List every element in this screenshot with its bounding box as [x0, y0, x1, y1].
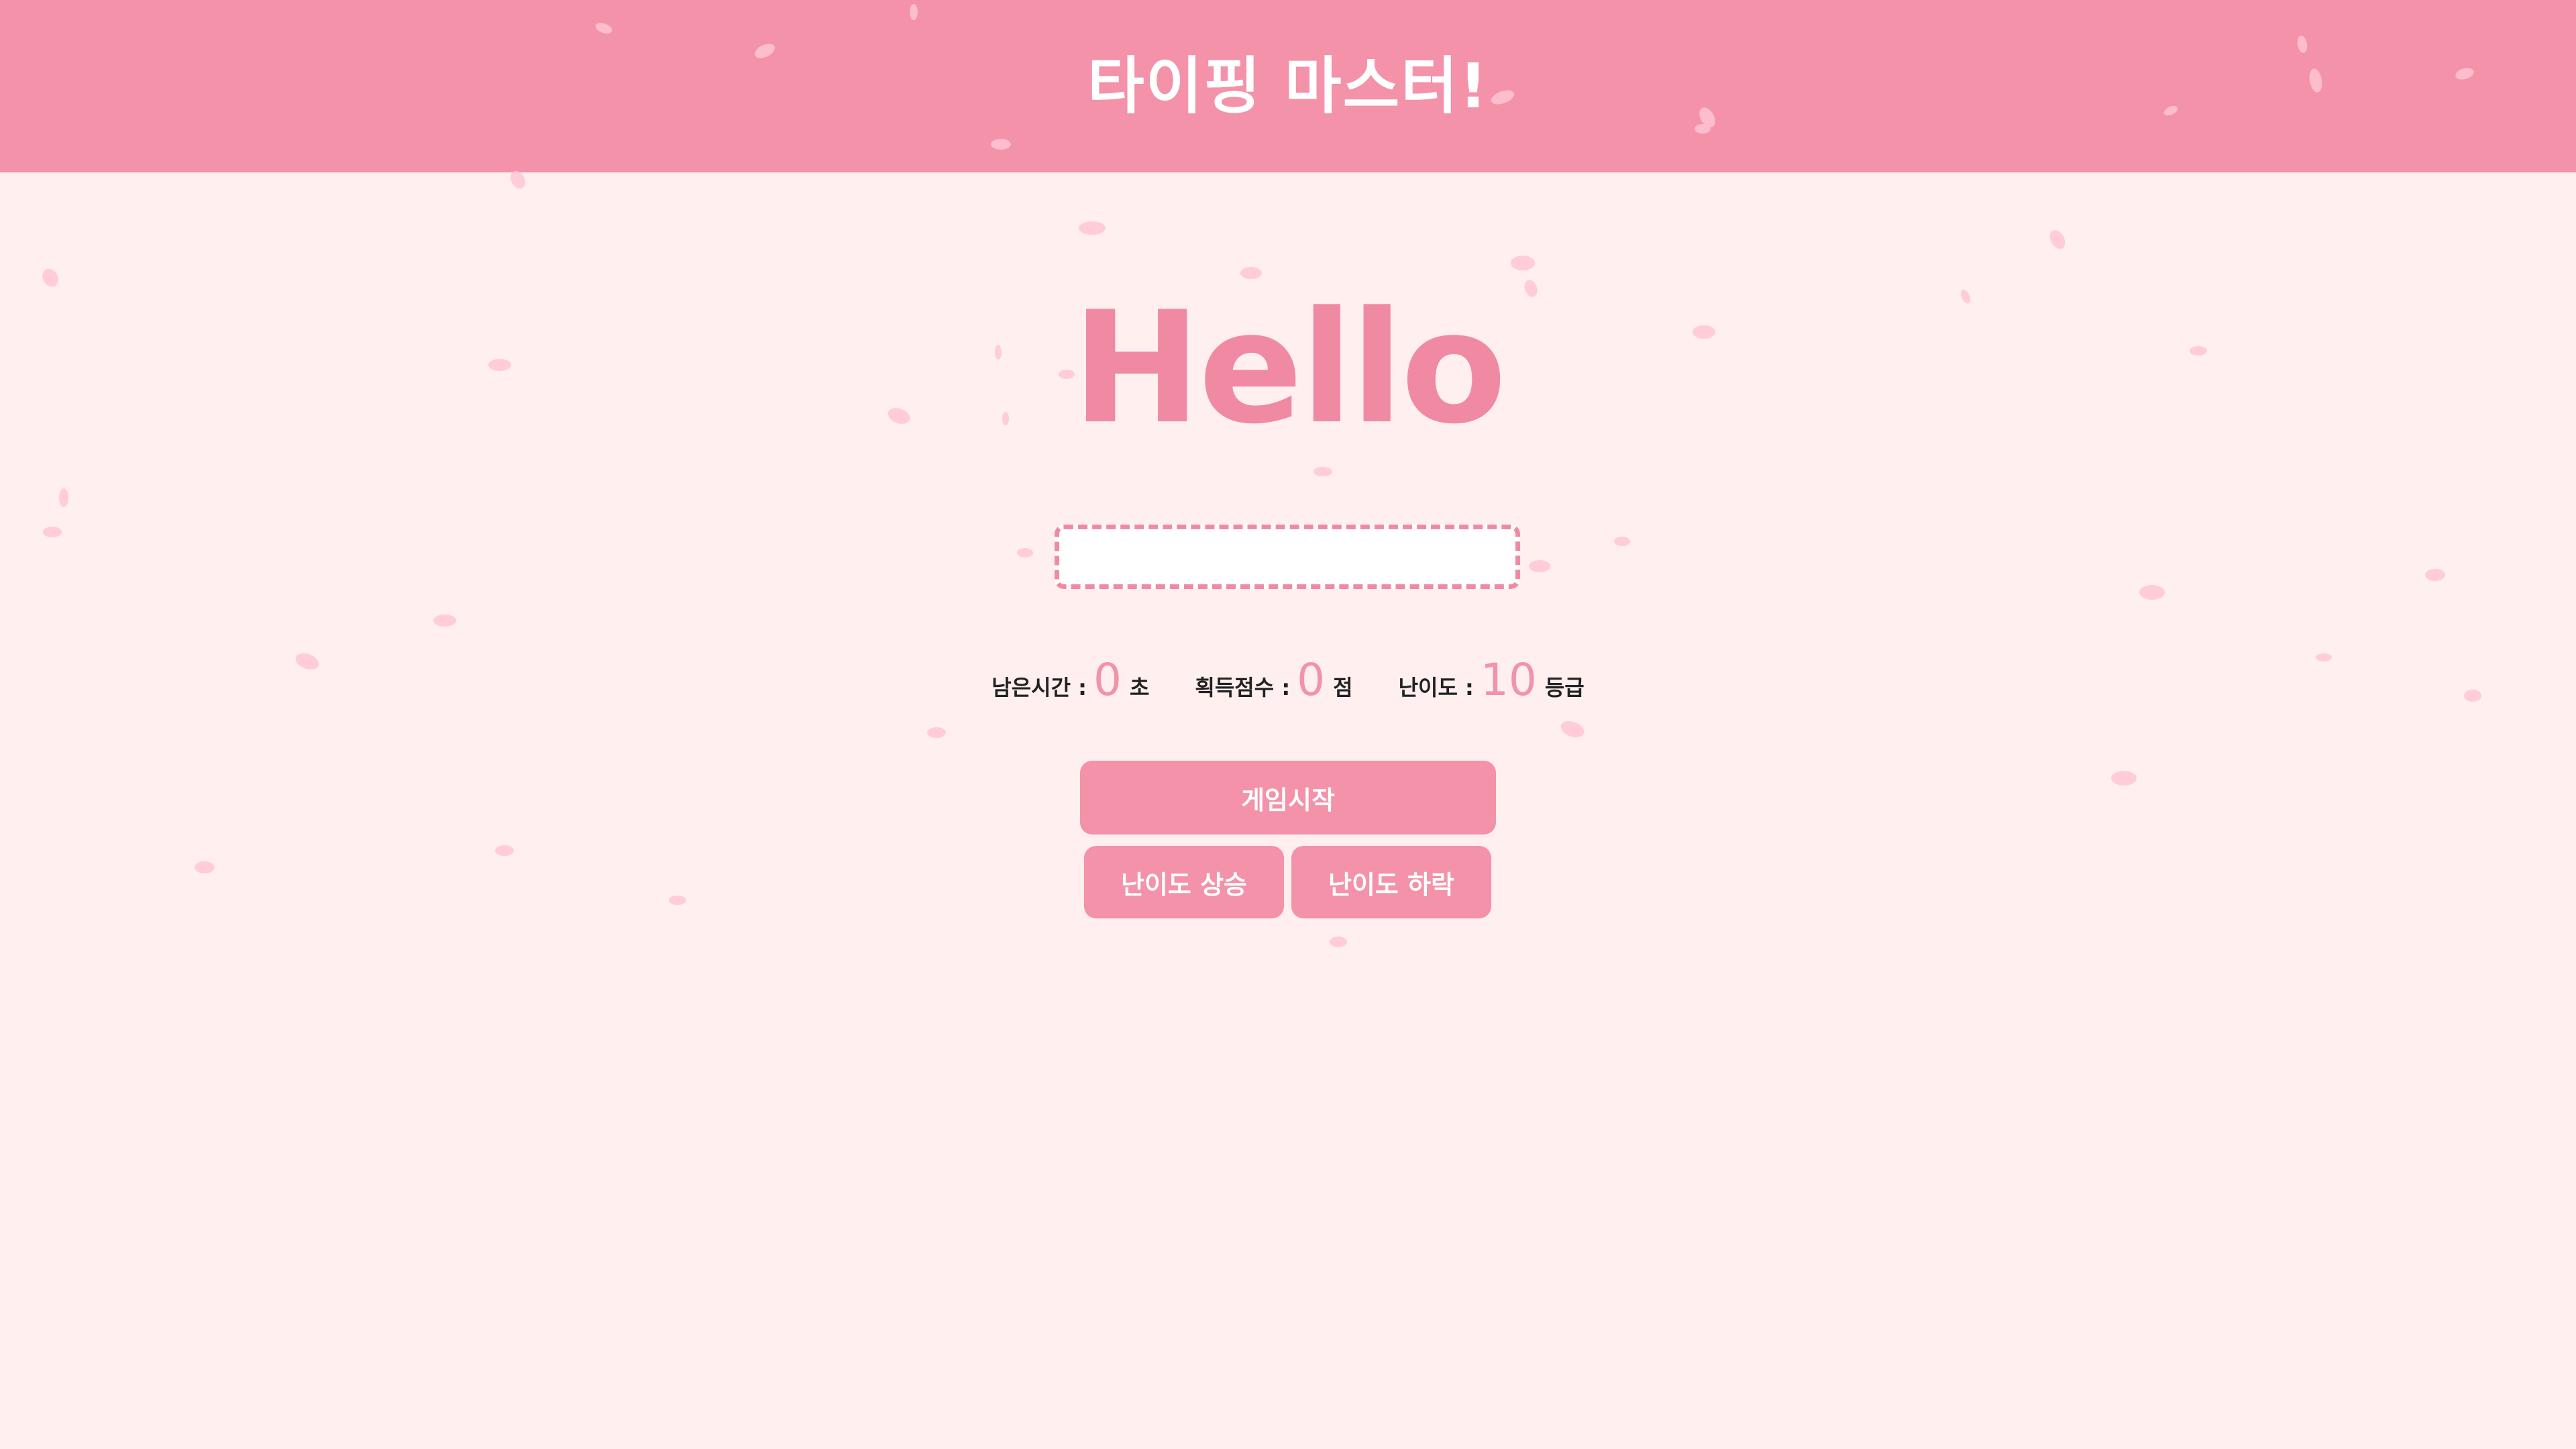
level-unit: 등급 — [1544, 675, 1585, 700]
word-input[interactable] — [1059, 529, 1515, 584]
time-label: 남은시간 : — [991, 675, 1087, 700]
page: 타이핑 마스터! Hello 남은시간: 0 초 획득점수: 0 점 난이도… — [0, 0, 2576, 1449]
header-bar: 타이핑 마스터! — [0, 0, 2576, 172]
app-title: 타이핑 마스터! — [1087, 50, 1489, 122]
level-stat: 난이도 : 10 등급 — [1399, 654, 1585, 706]
level-value: 10 — [1480, 654, 1537, 706]
level-label: 난이도 : — [1398, 675, 1474, 700]
falling-petals-decoration — [42, 4, 2481, 947]
time-value: 0 — [1093, 654, 1122, 706]
word-input-box[interactable] — [1055, 525, 1520, 589]
score-value: 0 — [1297, 654, 1326, 706]
stats-bar: 남은시간 : 0 초 획득점수 : 0 점 난이도 : 10 등급 — [0, 654, 2576, 714]
time-unit: 초 — [1129, 675, 1150, 700]
score-label: 획득점수 : — [1195, 675, 1291, 700]
score-unit: 점 — [1333, 675, 1353, 700]
level-down-button[interactable]: 난이도 하락 — [1291, 846, 1491, 918]
start-game-button[interactable]: 게임시작 — [1080, 761, 1496, 835]
time-stat: 남은시간 : 0 초 — [991, 654, 1149, 706]
score-stat: 획득점수 : 0 점 — [1195, 654, 1352, 706]
target-word: Hello — [1071, 279, 1507, 458]
level-up-button[interactable]: 난이도 상승 — [1084, 846, 1284, 918]
